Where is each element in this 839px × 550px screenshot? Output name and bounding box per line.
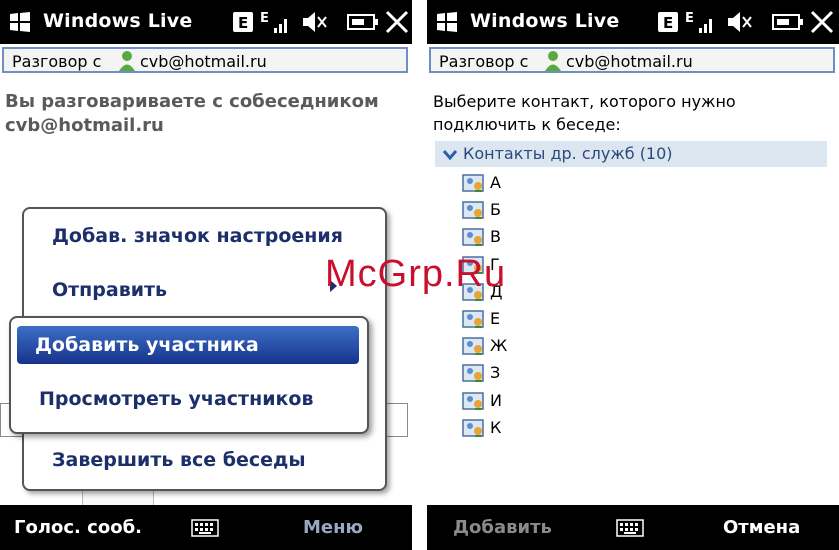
contact-card-icon: [462, 364, 484, 382]
contact-name: А: [490, 173, 501, 192]
buddy-icon: [119, 51, 135, 71]
svg-text:E: E: [260, 11, 269, 26]
softkey-right[interactable]: Меню: [303, 517, 363, 538]
softkey-left[interactable]: Голос. сооб.: [14, 517, 142, 538]
conversation-label: Разговор с: [439, 52, 529, 71]
keyboard-icon[interactable]: [616, 519, 644, 537]
conversation-contact[interactable]: cvb@hotmail.ru: [566, 52, 693, 71]
chevron-down-icon: [443, 150, 457, 161]
contact-name: З: [490, 363, 501, 382]
close-icon[interactable]: [384, 8, 410, 36]
conversation-contact[interactable]: cvb@hotmail.ru: [140, 52, 267, 71]
contact-item[interactable]: И: [462, 389, 662, 413]
edge-icon: E: [658, 12, 678, 32]
contact-card-icon: [462, 228, 484, 246]
menu-item-end-all[interactable]: Завершить все беседы: [52, 449, 306, 471]
contact-item[interactable]: А: [462, 171, 662, 195]
app-title: Windows Live: [43, 10, 193, 32]
contact-group-header[interactable]: Контакты др. служб (10): [435, 141, 827, 167]
submenu-item-label: Добавить участника: [35, 334, 259, 356]
battery-charging-icon: [772, 14, 803, 30]
contact-item[interactable]: К: [462, 416, 662, 440]
edge-icon: E: [233, 12, 253, 32]
contact-item[interactable]: Б: [462, 198, 662, 222]
contact-item[interactable]: З: [462, 361, 662, 385]
contact-item[interactable]: В: [462, 225, 662, 249]
app-title: Windows Live: [470, 10, 620, 32]
soft-key-bar: Голос. сооб. Меню: [0, 505, 412, 550]
contact-card-icon: [462, 201, 484, 219]
windows-flag-icon[interactable]: [8, 10, 32, 34]
battery-charging-icon: [347, 14, 378, 30]
conversation-header: Разговор с cvb@hotmail.ru: [429, 47, 835, 73]
conversation-info: Вы разговариваете с собеседником cvb@hot…: [5, 91, 379, 136]
signal-icon: E: [685, 11, 712, 33]
title-bar: Windows Live E E: [0, 0, 412, 44]
svg-text:E: E: [238, 14, 248, 32]
submenu: Добавить участника Просмотреть участнико…: [9, 316, 369, 434]
softkey-left[interactable]: Добавить: [453, 517, 552, 538]
softkey-right[interactable]: Отмена: [723, 517, 800, 538]
contact-group-label: Контакты др. служб (10): [463, 144, 673, 163]
contact-name: К: [490, 418, 502, 437]
watermark: McGrp.Ru: [325, 253, 507, 295]
contact-card-icon: [462, 419, 484, 437]
speaker-muted-icon[interactable]: [725, 8, 753, 36]
windows-flag-icon[interactable]: [435, 10, 459, 34]
select-contact-prompt: Выберите контакт, которого нужно подключ…: [433, 92, 736, 134]
contact-card-icon: [462, 337, 484, 355]
conversation-label: Разговор с: [12, 52, 102, 71]
contact-item[interactable]: Ж: [462, 334, 662, 358]
buddy-icon: [545, 51, 561, 71]
soft-key-bar: Добавить Отмена: [427, 505, 839, 550]
conversation-header: Разговор с cvb@hotmail.ru: [2, 47, 408, 73]
contact-name: Б: [490, 200, 501, 219]
submenu-item-view-participants[interactable]: Просмотреть участников: [39, 388, 313, 410]
svg-text:E: E: [685, 11, 694, 26]
svg-text:E: E: [663, 14, 673, 32]
menu-item-send[interactable]: Отправить: [52, 279, 167, 301]
submenu-item-add-participant[interactable]: Добавить участника: [17, 326, 359, 364]
menu-item-add-emoticon[interactable]: Добав. значок настроения: [52, 225, 343, 247]
contact-card-icon: [462, 392, 484, 410]
keyboard-icon[interactable]: [191, 519, 219, 537]
contact-item[interactable]: Е: [462, 307, 662, 331]
contact-name: Е: [490, 309, 501, 328]
contact-card-icon: [462, 174, 484, 192]
title-bar: Windows Live E E: [427, 0, 839, 44]
speaker-muted-icon[interactable]: [300, 8, 328, 36]
contact-name: Ж: [490, 336, 508, 355]
contact-name: В: [490, 227, 501, 246]
signal-icon: E: [260, 11, 287, 33]
contact-name: И: [490, 391, 502, 410]
close-icon[interactable]: [809, 8, 835, 36]
contact-card-icon: [462, 310, 484, 328]
